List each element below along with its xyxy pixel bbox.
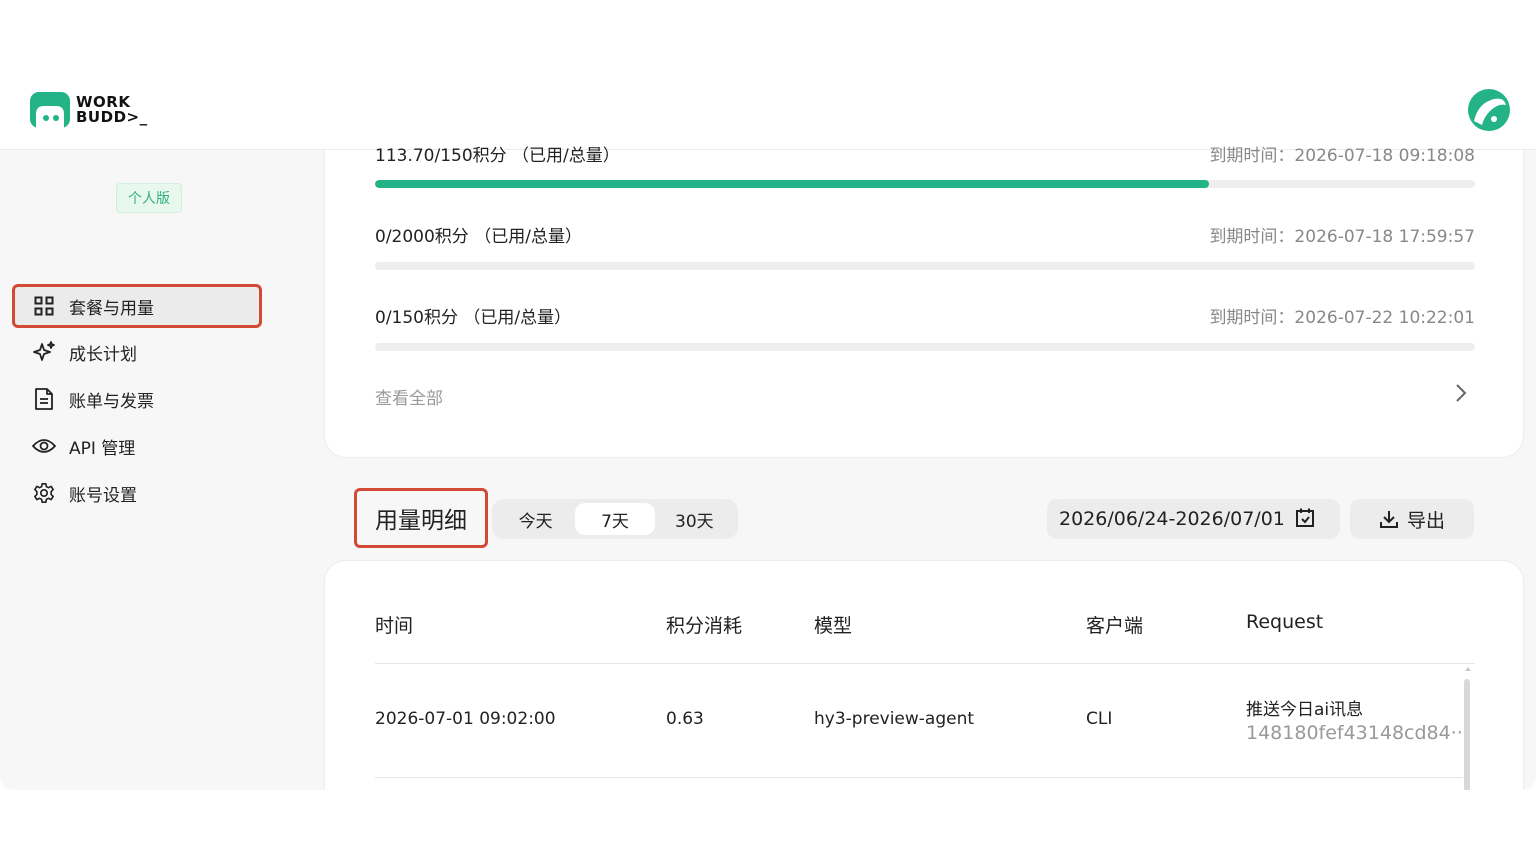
cell-request-title: 推送今日ai讯息 [1246, 700, 1364, 720]
quota-row: 113.70/150积分 （已用/总量） 到期时间：2026-07-18 09:… [375, 141, 1475, 166]
sidebar-item-label: 成长计划 [69, 344, 137, 365]
usage-section-title: 用量明细 [354, 488, 488, 548]
quota-progress-bar [375, 180, 1475, 188]
sidebar: 个人版 套餐与用量 成长计划 账单与发票 API 管理 账号设置 [0, 150, 300, 790]
quota-expire: 到期时间：2026-07-22 10:22:01 [1209, 308, 1475, 328]
sidebar-item-growth[interactable]: 成长计划 [12, 330, 262, 374]
avatar[interactable] [1468, 89, 1510, 131]
column-header-model: 模型 [814, 615, 853, 637]
cell-time: 2026-07-01 09:02:00 [375, 709, 556, 729]
cell-client: CLI [1086, 709, 1113, 729]
sidebar-item-label: 账单与发票 [69, 391, 154, 412]
usage-table: 时间 积分消耗 模型 客户端 Request 2026-07-01 09:02:… [324, 560, 1524, 790]
sparkle-icon [32, 340, 56, 364]
download-icon [1379, 511, 1398, 528]
range-7d-button[interactable]: 7天 [575, 503, 655, 535]
quota-expire: 到期时间：2026-07-18 09:18:08 [1209, 146, 1475, 166]
quota-card: 113.70/150积分 （已用/总量） 到期时间：2026-07-18 09:… [324, 146, 1524, 458]
quota-row: 0/150积分 （已用/总量） 到期时间：2026-07-22 10:22:01 [375, 303, 1475, 328]
sidebar-item-label: 套餐与用量 [69, 298, 154, 319]
sidebar-item-label: API 管理 [69, 438, 136, 459]
header-divider [375, 663, 1475, 664]
quota-label: 113.70/150积分 （已用/总量） [375, 146, 620, 166]
row-divider [375, 777, 1463, 778]
cell-model: hy3-preview-agent [814, 709, 975, 729]
top-bar: WORK BUDD>_ [0, 74, 1536, 150]
quota-progress-bar [375, 343, 1475, 351]
column-header-time: 时间 [375, 615, 414, 637]
range-today-button[interactable]: 今天 [496, 503, 575, 535]
sidebar-item-account-settings[interactable]: 账号设置 [12, 471, 262, 515]
quota-label: 0/2000积分 （已用/总量） [375, 227, 582, 247]
quota-row: 0/2000积分 （已用/总量） 到期时间：2026-07-18 17:59:5… [375, 222, 1475, 247]
scroll-up-arrow[interactable] [1465, 667, 1471, 671]
cell-request-id[interactable]: 148180fef43148cd84··· [1246, 722, 1469, 744]
quota-progress-bar [375, 262, 1475, 270]
date-range-picker[interactable]: 2026/06/24-2026/07/01 [1047, 499, 1340, 539]
column-header-credits: 积分消耗 [666, 615, 743, 637]
calendar-icon [1296, 508, 1314, 527]
column-header-request: Request [1246, 611, 1324, 633]
logo[interactable]: WORK BUDD>_ [30, 90, 148, 130]
sidebar-item-api[interactable]: API 管理 [12, 424, 262, 468]
date-range-value: 2026/06/24-2026/07/01 [1059, 508, 1285, 530]
export-button[interactable]: 导出 [1350, 499, 1474, 539]
logo-text: WORK BUDD>_ [76, 93, 148, 126]
quota-label: 0/150积分 （已用/总量） [375, 308, 572, 328]
document-icon [32, 387, 56, 411]
app-window: WORK BUDD>_ 个人版 套餐与用量 成长计划 账单与发票 API 管理 … [0, 74, 1536, 790]
scrollbar-thumb[interactable] [1464, 679, 1470, 790]
export-label: 导出 [1406, 509, 1445, 532]
sidebar-item-label: 账号设置 [69, 485, 137, 506]
eye-icon [32, 434, 56, 458]
gear-icon [32, 481, 56, 505]
quota-expire: 到期时间：2026-07-18 17:59:57 [1209, 227, 1475, 247]
workbuddy-logo-icon [30, 92, 70, 128]
grid-icon [32, 294, 56, 318]
view-all-link[interactable]: 查看全部 [375, 384, 443, 409]
column-header-client: 客户端 [1086, 615, 1144, 637]
range-selector: 今天 7天 30天 [492, 499, 738, 539]
quota-progress-fill [375, 180, 1209, 188]
sidebar-item-billing[interactable]: 账单与发票 [12, 377, 262, 421]
range-30d-button[interactable]: 30天 [655, 503, 734, 535]
sidebar-item-plan-usage[interactable]: 套餐与用量 [12, 284, 262, 328]
chevron-right-icon[interactable] [1453, 382, 1469, 404]
plan-badge: 个人版 [116, 183, 182, 213]
cell-credits: 0.63 [666, 709, 704, 729]
